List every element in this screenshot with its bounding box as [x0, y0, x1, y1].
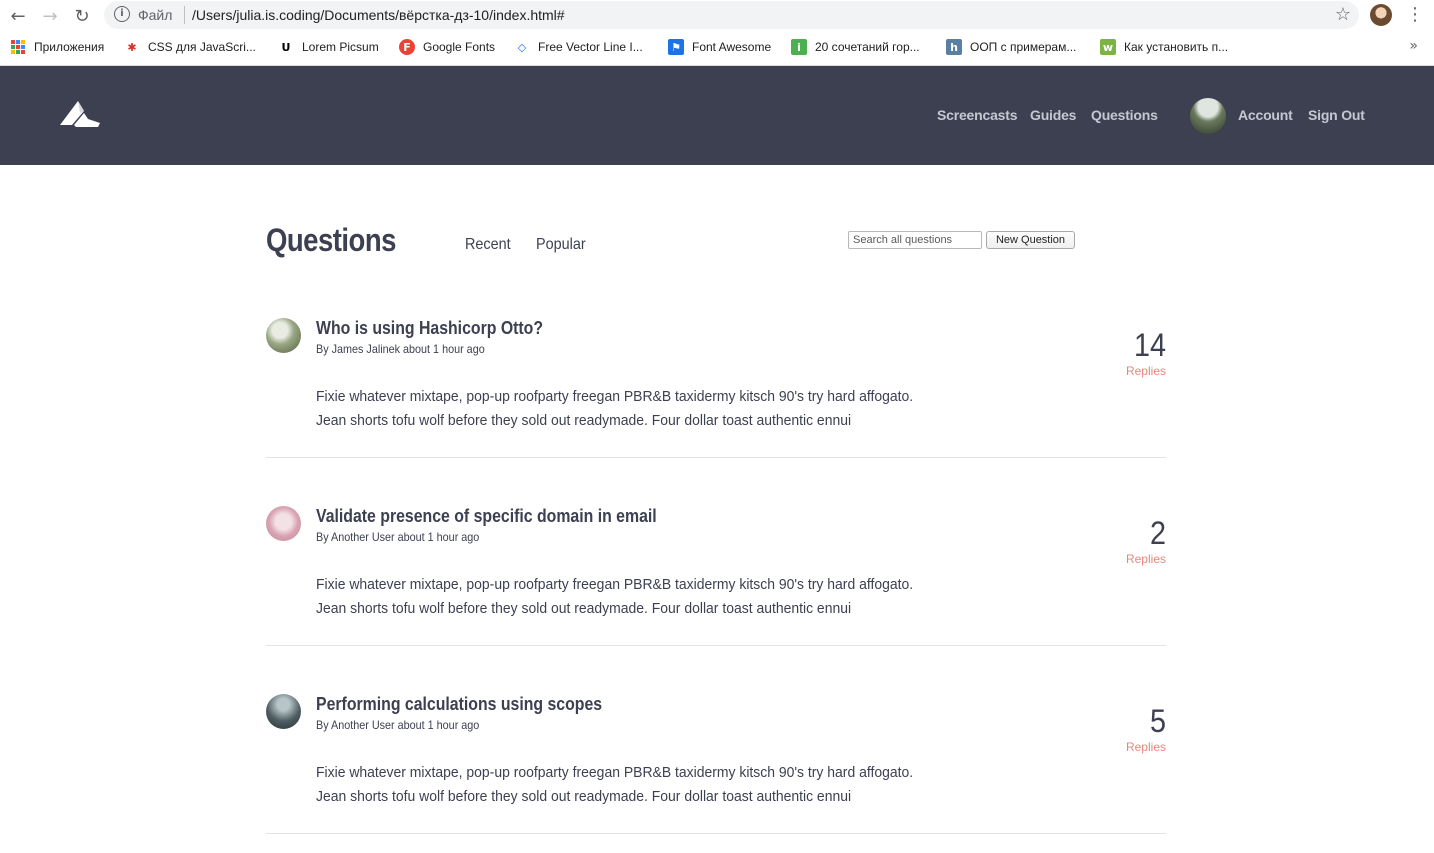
browser-toolbar: ← → ↻ i Файл /Users/julia.is.coding/Docu… — [0, 0, 1434, 32]
new-question-button[interactable]: New Question — [986, 231, 1075, 249]
question-meta: By Another User about 1 hour ago — [316, 530, 480, 544]
bookmark-label: Lorem Picsum — [302, 40, 379, 54]
bookmark-label: Google Fonts — [423, 40, 496, 54]
nav-screencasts[interactable]: Screencasts — [937, 107, 1018, 123]
bookmark-star-icon[interactable]: ☆ — [1335, 4, 1351, 25]
question-meta: By James Jalinek about 1 hour ago — [316, 342, 485, 356]
replies-count: 5 — [1149, 703, 1166, 739]
back-arrow-icon[interactable]: ← — [6, 4, 30, 28]
reload-icon[interactable]: ↻ — [70, 4, 94, 28]
replies-label: Replies — [1125, 552, 1166, 566]
bookmarks-more-icon[interactable]: » — [1409, 38, 1418, 54]
u-letter-icon: U — [281, 40, 291, 54]
green-square-icon: w — [1100, 39, 1116, 55]
browser-chrome: ← → ↻ i Файл /Users/julia.is.coding/Docu… — [0, 0, 1434, 66]
figure-icon: ✱ — [127, 40, 137, 54]
flag-icon: ⚑ — [668, 39, 684, 55]
question-body-line: Jean shorts tofu wolf before they sold o… — [316, 788, 852, 805]
question-body: Fixie whatever mixtape, pop-up roofparty… — [316, 385, 930, 433]
replies-label: Replies — [1125, 364, 1166, 378]
question-item: Who is using Hashicorp Otto? By James Ja… — [266, 318, 1166, 458]
nav-sign-out[interactable]: Sign Out — [1308, 107, 1365, 123]
question-title[interactable]: Who is using Hashicorp Otto? — [316, 318, 543, 339]
bookmark-google-fonts[interactable]: F Google Fonts — [399, 38, 495, 56]
info-icon[interactable]: i — [114, 6, 130, 22]
avatar[interactable] — [1190, 98, 1226, 134]
apps-grid-icon — [10, 39, 26, 55]
avatar[interactable] — [266, 318, 301, 353]
tab-popular[interactable]: Popular — [536, 236, 586, 254]
address-bar[interactable]: i Файл /Users/julia.is.coding/Documents/… — [104, 1, 1359, 29]
bookmark-color-combos[interactable]: i 20 сочетаний гор... — [791, 38, 920, 56]
site-header: Screencasts Guides Questions Account Sig… — [0, 66, 1434, 165]
url-text[interactable]: /Users/julia.is.coding/Documents/вёрстка… — [192, 7, 565, 23]
replies-count: 2 — [1149, 515, 1166, 551]
question-body-line: Jean shorts tofu wolf before they sold o… — [316, 600, 852, 617]
bookmark-label: 20 сочетаний гор... — [815, 40, 920, 54]
f-letter-icon: F — [399, 39, 415, 55]
bookmark-apps[interactable]: Приложения — [10, 38, 104, 56]
bookmark-label: Приложения — [34, 40, 105, 54]
avatar[interactable] — [266, 506, 301, 541]
bookmark-label: Font Awesome — [692, 40, 772, 54]
bookmark-lorem-picsum[interactable]: U Lorem Picsum — [278, 38, 379, 56]
question-body-line: Fixie whatever mixtape, pop-up roofparty… — [316, 388, 914, 405]
question-meta: By Another User about 1 hour ago — [316, 718, 480, 732]
replies-count: 14 — [1133, 327, 1166, 363]
replies-label: Replies — [1125, 740, 1166, 754]
bookmark-label: Free Vector Line I... — [538, 40, 643, 54]
bookmark-label: ООП с примерам... — [970, 40, 1077, 54]
tab-recent[interactable]: Recent — [465, 236, 511, 254]
question-body: Fixie whatever mixtape, pop-up roofparty… — [316, 573, 930, 621]
bookmark-label: CSS для JavaScri... — [148, 40, 256, 54]
question-body-line: Fixie whatever mixtape, pop-up roofparty… — [316, 764, 914, 781]
question-title[interactable]: Validate presence of specific domain in … — [316, 506, 657, 527]
profile-avatar[interactable] — [1370, 4, 1392, 26]
bookmarks-bar: Приложения ✱ CSS для JavaScri... U Lorem… — [0, 34, 1434, 60]
question-item: Performing calculations using scopes By … — [266, 694, 1166, 834]
green-square-icon: i — [791, 39, 807, 55]
search-input[interactable] — [848, 231, 982, 249]
url-divider — [184, 6, 185, 24]
diamond-icon: ◇ — [517, 40, 527, 54]
avatar[interactable] — [266, 694, 301, 729]
nav-account[interactable]: Account — [1238, 107, 1293, 123]
question-item: Validate presence of specific domain in … — [266, 506, 1166, 646]
question-body-line: Jean shorts tofu wolf before they sold o… — [316, 412, 852, 429]
nav-guides[interactable]: Guides — [1030, 107, 1076, 123]
question-title[interactable]: Performing calculations using scopes — [316, 694, 602, 715]
bookmark-free-vector[interactable]: ◇ Free Vector Line I... — [514, 38, 643, 56]
forward-arrow-icon[interactable]: → — [38, 4, 62, 28]
bookmark-install[interactable]: w Как установить п... — [1100, 38, 1228, 56]
bookmark-label: Как установить п... — [1124, 40, 1229, 54]
bookmark-font-awesome[interactable]: ⚑ Font Awesome — [668, 38, 771, 56]
question-body-line: Fixie whatever mixtape, pop-up roofparty… — [316, 576, 914, 593]
url-scheme-label: Файл — [138, 7, 173, 23]
logo-icon[interactable] — [58, 99, 102, 129]
bookmark-oop[interactable]: h ООП с примерам... — [946, 38, 1076, 56]
bookmark-css-js[interactable]: ✱ CSS для JavaScri... — [124, 38, 256, 56]
menu-kebab-icon[interactable]: ⋮ — [1406, 4, 1424, 26]
h-letter-icon: h — [946, 39, 962, 55]
page-title: Questions — [266, 222, 396, 258]
nav-questions[interactable]: Questions — [1091, 107, 1158, 123]
question-body: Fixie whatever mixtape, pop-up roofparty… — [316, 761, 930, 809]
